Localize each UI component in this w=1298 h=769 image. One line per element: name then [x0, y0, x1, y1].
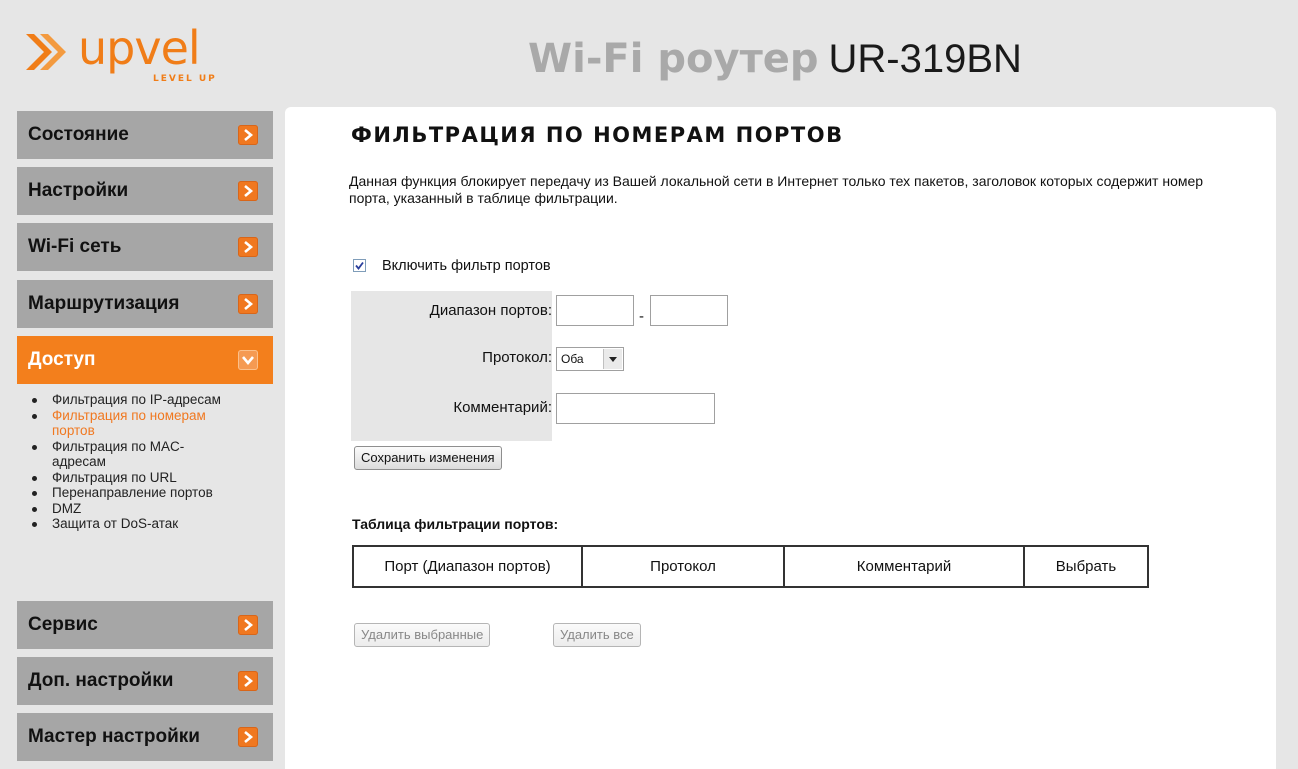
delete-selected-button[interactable]: Удалить выбранные — [354, 623, 491, 647]
chevron-right-icon — [238, 125, 258, 145]
sidebar-item-wizard[interactable]: Мастер настройки — [17, 713, 273, 761]
port-range-label: Диапазон портов: — [429, 302, 552, 319]
sidebar-item-label: Состояние — [28, 124, 129, 145]
logo-wordmark: upvel — [78, 21, 201, 75]
column-header-comment: Комментарий — [783, 545, 1025, 588]
filter-table: Порт (Диапазон портов) Протокол Коммента… — [352, 545, 1149, 588]
checkmark-icon — [355, 261, 364, 270]
submenu-item-port-forwarding[interactable]: Перенаправление портов — [28, 485, 273, 501]
chevron-right-icon — [238, 671, 258, 691]
header-title: Wi-Fi роутер UR-319BN — [528, 34, 1022, 84]
submenu-item-mac-filter[interactable]: Фильтрация по MAC-адресам — [28, 439, 237, 470]
delete-all-button[interactable]: Удалить все — [553, 623, 641, 647]
protocol-select-value: Оба — [561, 352, 584, 366]
page-title: ФИЛЬТРАЦИЯ ПО НОМЕРАМ ПОРТОВ — [351, 123, 844, 147]
logo-chevron-icon — [26, 34, 66, 70]
sidebar-item-routing[interactable]: Маршрутизация — [17, 280, 273, 328]
port-range-separator: - — [639, 308, 644, 325]
main-panel: ФИЛЬТРАЦИЯ ПО НОМЕРАМ ПОРТОВ Данная функ… — [285, 107, 1276, 769]
comment-label: Комментарий: — [453, 399, 552, 416]
sidebar-item-access[interactable]: Доступ — [17, 336, 273, 384]
submenu-item-ip-filter[interactable]: Фильтрация по IP-адресам — [28, 392, 273, 408]
submenu-item-url-filter[interactable]: Фильтрация по URL — [28, 470, 273, 486]
protocol-label: Протокол: — [482, 349, 552, 366]
chevron-right-icon — [238, 727, 258, 747]
port-range-from-input[interactable] — [556, 295, 634, 326]
sidebar-item-label: Доступ — [28, 349, 96, 370]
sidebar-item-settings[interactable]: Настройки — [17, 167, 273, 215]
dropdown-arrow-icon — [603, 349, 622, 369]
header-brand: Wi-Fi роутер — [528, 36, 819, 82]
filter-table-caption: Таблица фильтрации портов: — [352, 516, 559, 532]
sidebar-item-service[interactable]: Сервис — [17, 601, 273, 649]
sidebar-item-label: Wi-Fi сеть — [28, 236, 122, 257]
table-header-row: Порт (Диапазон портов) Протокол Коммента… — [352, 545, 1149, 588]
sidebar-item-label: Настройки — [28, 180, 129, 201]
chevron-down-icon — [238, 350, 258, 370]
column-header-select: Выбрать — [1023, 545, 1149, 588]
chevron-right-icon — [238, 294, 258, 314]
port-range-to-input[interactable] — [650, 295, 728, 326]
comment-input[interactable] — [556, 393, 715, 424]
chevron-right-icon — [238, 615, 258, 635]
logo-tagline: LEVEL UP — [153, 74, 217, 84]
header-model: UR-319BN — [828, 37, 1022, 81]
page-description: Данная функция блокирует передачу из Ваш… — [349, 173, 1204, 206]
sidebar-item-label: Мастер настройки — [28, 726, 200, 747]
chevron-right-icon — [238, 181, 258, 201]
sidebar-item-advanced[interactable]: Доп. настройки — [17, 657, 273, 705]
submenu-item-dmz[interactable]: DMZ — [28, 501, 273, 517]
enable-port-filter-checkbox[interactable] — [353, 259, 366, 272]
chevron-right-icon — [238, 237, 258, 257]
sidebar-item-label: Маршрутизация — [28, 293, 180, 314]
submenu-item-port-filter[interactable]: Фильтрация по номерам портов — [28, 408, 252, 439]
column-header-protocol: Протокол — [581, 545, 785, 588]
save-changes-button[interactable]: Сохранить изменения — [354, 446, 502, 470]
sidebar-item-label: Доп. настройки — [28, 670, 174, 691]
sidebar-item-label: Сервис — [28, 614, 98, 635]
access-submenu: Фильтрация по IP-адресам Фильтрация по н… — [28, 392, 273, 532]
enable-port-filter-label: Включить фильтр портов — [382, 258, 551, 274]
protocol-select[interactable]: Оба — [556, 347, 624, 371]
sidebar-item-wifi[interactable]: Wi-Fi сеть — [17, 223, 273, 271]
submenu-item-dos-protection[interactable]: Защита от DoS-атак — [28, 516, 273, 532]
sidebar-item-status[interactable]: Состояние — [17, 111, 273, 159]
upvel-logo: upvel LEVEL UP — [22, 21, 252, 84]
column-header-port: Порт (Диапазон портов) — [352, 545, 583, 588]
